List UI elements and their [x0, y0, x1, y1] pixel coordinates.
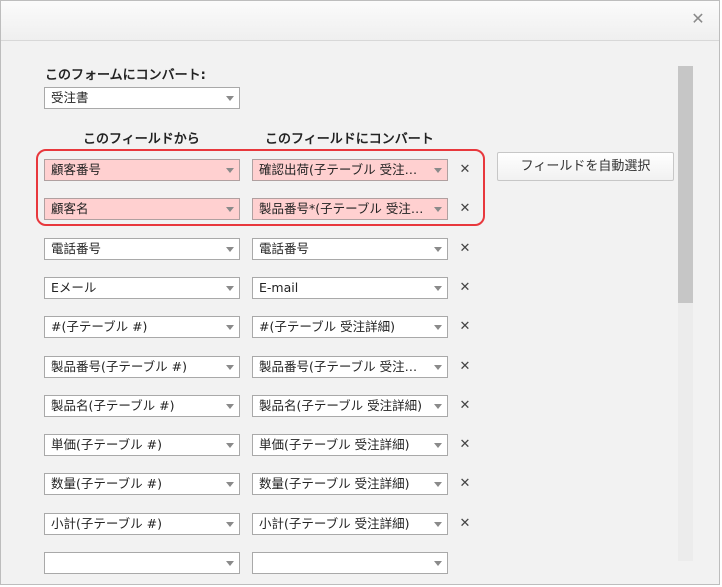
target-form-select-value: 受注書 [51, 90, 89, 105]
chevron-down-icon [226, 443, 234, 448]
target-field-value: 製品番号*(子テーブル 受注… [259, 201, 424, 216]
source-field-select[interactable]: 電話番号 [44, 238, 240, 260]
close-icon[interactable]: ✕ [690, 11, 706, 27]
target-field-value: 確認出荷(子テーブル 受注… [259, 162, 418, 177]
target-field-select[interactable]: E-mail [252, 277, 448, 299]
chevron-down-icon [434, 482, 442, 487]
target-field-value: 製品番号(子テーブル 受注… [259, 359, 418, 374]
chevron-down-icon [226, 404, 234, 409]
target-field-select[interactable] [252, 552, 448, 574]
source-field-select[interactable] [44, 552, 240, 574]
chevron-down-icon [434, 286, 442, 291]
target-field-select[interactable]: 製品番号*(子テーブル 受注… [252, 198, 448, 220]
remove-mapping-icon[interactable]: ✕ [458, 477, 472, 491]
target-field-select[interactable]: 製品番号(子テーブル 受注… [252, 356, 448, 378]
remove-mapping-icon[interactable]: ✕ [458, 438, 472, 452]
target-field-value: E-mail [259, 280, 299, 295]
remove-mapping-icon[interactable]: ✕ [458, 399, 472, 413]
chevron-down-icon [226, 207, 234, 212]
target-field-value: 電話番号 [259, 241, 310, 256]
target-field-value: #(子テーブル 受注詳細) [259, 319, 395, 334]
target-field-value: 単価(子テーブル 受注詳細) [259, 437, 410, 452]
source-field-value: 数量(子テーブル #) [51, 476, 162, 491]
chevron-down-icon [226, 286, 234, 291]
source-field-value: 顧客番号 [51, 162, 102, 177]
target-field-value: 小計(子テーブル 受注詳細) [259, 516, 410, 531]
target-field-select[interactable]: 確認出荷(子テーブル 受注… [252, 159, 448, 181]
source-field-value: Eメール [51, 280, 97, 295]
remove-mapping-icon[interactable]: ✕ [458, 163, 472, 177]
chevron-down-icon [226, 247, 234, 252]
chevron-down-icon [226, 482, 234, 487]
chevron-down-icon [434, 325, 442, 330]
chevron-down-icon [434, 168, 442, 173]
target-field-select[interactable]: 単価(子テーブル 受注詳細) [252, 434, 448, 456]
column-header-from: このフィールドから [83, 132, 200, 147]
chevron-down-icon [226, 561, 234, 566]
source-field-select[interactable]: 製品番号(子テーブル #) [44, 356, 240, 378]
source-field-select[interactable]: 単価(子テーブル #) [44, 434, 240, 456]
chevron-down-icon [434, 443, 442, 448]
chevron-down-icon [434, 365, 442, 370]
dialog-content: このフォームにコンバート: 受注書 このフィールドから このフィールドにコンバー… [1, 42, 719, 584]
target-field-select[interactable]: 数量(子テーブル 受注詳細) [252, 473, 448, 495]
remove-mapping-icon[interactable]: ✕ [458, 320, 472, 334]
chevron-down-icon [434, 522, 442, 527]
source-field-select[interactable]: 数量(子テーブル #) [44, 473, 240, 495]
source-field-value: 製品名(子テーブル #) [51, 398, 175, 413]
target-field-select[interactable]: #(子テーブル 受注詳細) [252, 316, 448, 338]
scrollbar-thumb[interactable] [678, 66, 693, 303]
source-field-select[interactable]: #(子テーブル #) [44, 316, 240, 338]
remove-mapping-icon[interactable]: ✕ [458, 242, 472, 256]
remove-mapping-icon[interactable]: ✕ [458, 202, 472, 216]
target-form-label: このフォームにコンバート: [45, 68, 206, 83]
target-field-value: 製品名(子テーブル 受注詳細) [259, 398, 422, 413]
target-field-select[interactable]: 電話番号 [252, 238, 448, 260]
remove-mapping-icon[interactable]: ✕ [458, 517, 472, 531]
chevron-down-icon [434, 561, 442, 566]
source-field-value: 製品番号(子テーブル #) [51, 359, 187, 374]
source-field-value: 小計(子テーブル #) [51, 516, 162, 531]
chevron-down-icon [226, 96, 234, 101]
chevron-down-icon [434, 247, 442, 252]
source-field-value: 電話番号 [51, 241, 102, 256]
source-field-value: #(子テーブル #) [51, 319, 148, 334]
remove-mapping-icon[interactable]: ✕ [458, 360, 472, 374]
column-header-to: このフィールドにコンバート [265, 132, 434, 147]
source-field-select[interactable]: 顧客名 [44, 198, 240, 220]
chevron-down-icon [226, 168, 234, 173]
target-form-select[interactable]: 受注書 [44, 87, 240, 109]
dialog-titlebar: ✕ [1, 1, 719, 41]
chevron-down-icon [434, 207, 442, 212]
convert-form-dialog: ✕ このフォームにコンバート: 受注書 このフィールドから このフィールドにコン… [0, 0, 720, 585]
chevron-down-icon [226, 522, 234, 527]
source-field-select[interactable]: Eメール [44, 277, 240, 299]
source-field-select[interactable]: 製品名(子テーブル #) [44, 395, 240, 417]
chevron-down-icon [226, 365, 234, 370]
target-field-select[interactable]: 小計(子テーブル 受注詳細) [252, 513, 448, 535]
source-field-select[interactable]: 顧客番号 [44, 159, 240, 181]
source-field-select[interactable]: 小計(子テーブル #) [44, 513, 240, 535]
auto-select-fields-button[interactable]: フィールドを自動選択 [497, 152, 674, 181]
target-field-select[interactable]: 製品名(子テーブル 受注詳細) [252, 395, 448, 417]
target-field-value: 数量(子テーブル 受注詳細) [259, 476, 410, 491]
chevron-down-icon [434, 404, 442, 409]
scrollbar[interactable] [678, 66, 693, 561]
source-field-value: 単価(子テーブル #) [51, 437, 162, 452]
chevron-down-icon [226, 325, 234, 330]
source-field-value: 顧客名 [51, 201, 89, 216]
remove-mapping-icon[interactable]: ✕ [458, 281, 472, 295]
